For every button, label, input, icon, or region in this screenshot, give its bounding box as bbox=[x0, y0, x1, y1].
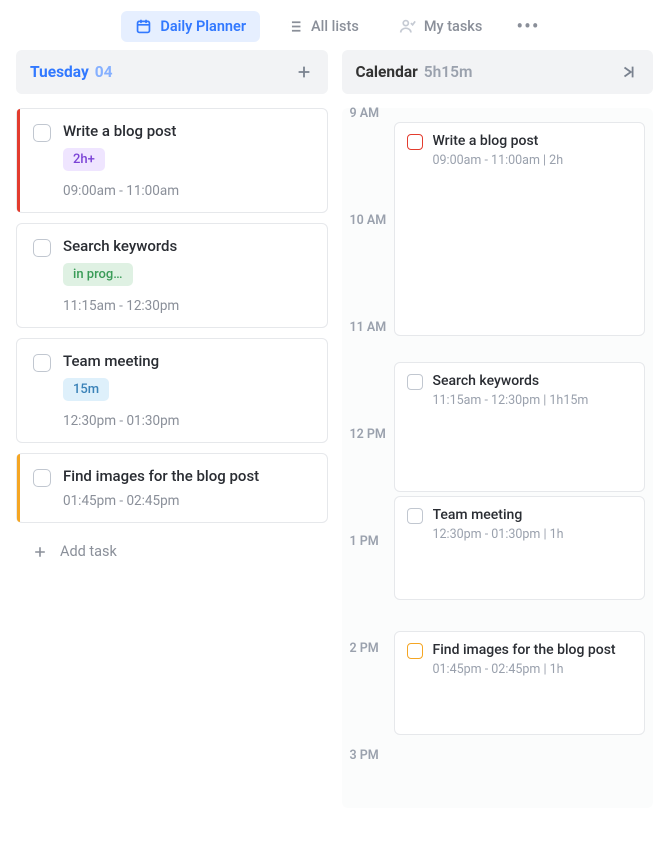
hour-label: 1 PM bbox=[350, 534, 379, 549]
calendar-event[interactable]: Write a blog post 09:00am - 11:00am | 2h bbox=[394, 122, 646, 336]
tasks-column-header: Tuesday 04 bbox=[16, 50, 328, 94]
collapse-icon[interactable] bbox=[619, 62, 639, 82]
task-checkbox[interactable] bbox=[33, 239, 51, 257]
event-subtitle: 12:30pm - 01:30pm | 1h bbox=[433, 527, 633, 542]
event-subtitle: 01:45pm - 02:45pm | 1h bbox=[433, 662, 633, 677]
top-nav: Daily Planner All lists My tasks ••• bbox=[0, 0, 669, 50]
calendar-event[interactable]: Find images for the blog post 01:45pm - … bbox=[394, 631, 646, 735]
nav-label: All lists bbox=[311, 18, 359, 35]
calendar-column: Calendar 5h15m 9 AM 10 AM 11 AM 12 PM 1 PM 2 … bbox=[342, 50, 654, 808]
hour-label: 11 AM bbox=[350, 320, 387, 335]
nav-daily-planner[interactable]: Daily Planner bbox=[121, 11, 260, 42]
task-title: Write a blog post bbox=[63, 122, 313, 140]
nav-all-lists[interactable]: All lists bbox=[272, 11, 373, 42]
tasks-list: Write a blog post 2h+ 09:00am - 11:00am Se… bbox=[16, 108, 328, 523]
task-card[interactable]: Write a blog post 2h+ 09:00am - 11:00am bbox=[16, 108, 328, 213]
task-time: 11:15am - 12:30pm bbox=[63, 298, 313, 314]
tasks-column: Tuesday 04 Write a blog post 2h+ 09:00am -… bbox=[16, 50, 328, 808]
calendar-body: 9 AM 10 AM 11 AM 12 PM 1 PM 2 PM 3 PM Write a … bbox=[342, 108, 654, 808]
event-subtitle: 09:00am - 11:00am | 2h bbox=[433, 153, 633, 168]
calendar-column-header: Calendar 5h15m bbox=[342, 50, 654, 94]
event-title: Write a blog post bbox=[433, 133, 633, 149]
event-title: Team meeting bbox=[433, 507, 633, 523]
calendar-icon bbox=[135, 18, 152, 35]
task-badge: 15m bbox=[63, 378, 109, 401]
day-label: Tuesday bbox=[30, 63, 89, 81]
event-title: Search keywords bbox=[433, 373, 633, 389]
list-icon bbox=[286, 18, 303, 35]
task-accent bbox=[17, 454, 20, 522]
task-title: Find images for the blog post bbox=[63, 467, 313, 485]
hour-label: 2 PM bbox=[350, 641, 379, 656]
hour-label: 3 PM bbox=[350, 748, 379, 763]
nav-my-tasks[interactable]: My tasks bbox=[385, 11, 497, 42]
task-time: 01:45pm - 02:45pm bbox=[63, 493, 313, 509]
person-icon bbox=[399, 18, 416, 35]
calendar-title: Calendar bbox=[356, 63, 418, 81]
task-title: Search keywords bbox=[63, 237, 313, 255]
calendar-event[interactable]: Team meeting 12:30pm - 01:30pm | 1h bbox=[394, 496, 646, 600]
event-title: Find images for the blog post bbox=[433, 642, 633, 658]
event-subtitle: 11:15am - 12:30pm | 1h15m bbox=[433, 393, 633, 408]
event-checkbox[interactable] bbox=[407, 134, 423, 150]
event-checkbox[interactable] bbox=[407, 508, 423, 524]
add-task-label: Add task bbox=[60, 543, 117, 560]
hour-label: 12 PM bbox=[350, 427, 386, 442]
task-card[interactable]: Search keywords in progr… 11:15am - 12:30p… bbox=[16, 223, 328, 328]
calendar-event[interactable]: Search keywords 11:15am - 12:30pm | 1h15… bbox=[394, 362, 646, 492]
task-badge: 2h+ bbox=[63, 148, 105, 171]
nav-label: Daily Planner bbox=[160, 18, 246, 35]
task-checkbox[interactable] bbox=[33, 354, 51, 372]
task-badge: in progr… bbox=[63, 263, 133, 286]
task-title: Team meeting bbox=[63, 352, 313, 370]
task-checkbox[interactable] bbox=[33, 124, 51, 142]
task-card[interactable]: Team meeting 15m 12:30pm - 01:30pm bbox=[16, 338, 328, 443]
task-time: 09:00am - 11:00am bbox=[63, 183, 313, 199]
add-task-icon[interactable] bbox=[294, 62, 314, 82]
hour-label: 9 AM bbox=[350, 106, 380, 121]
calendar-duration: 5h15m bbox=[424, 63, 473, 81]
task-card[interactable]: Find images for the blog post 01:45pm - 0… bbox=[16, 453, 328, 523]
event-checkbox[interactable] bbox=[407, 374, 423, 390]
task-checkbox[interactable] bbox=[33, 469, 51, 487]
task-time: 12:30pm - 01:30pm bbox=[63, 413, 313, 429]
more-menu-icon[interactable]: ••• bbox=[508, 10, 547, 42]
nav-label: My tasks bbox=[424, 18, 483, 35]
task-accent bbox=[17, 109, 20, 212]
hour-label: 10 AM bbox=[350, 213, 387, 228]
add-task-button[interactable]: Add task bbox=[16, 533, 328, 570]
event-checkbox[interactable] bbox=[407, 643, 423, 659]
date-label: 04 bbox=[95, 63, 113, 81]
events-layer: Write a blog post 09:00am - 11:00am | 2h… bbox=[394, 108, 646, 808]
